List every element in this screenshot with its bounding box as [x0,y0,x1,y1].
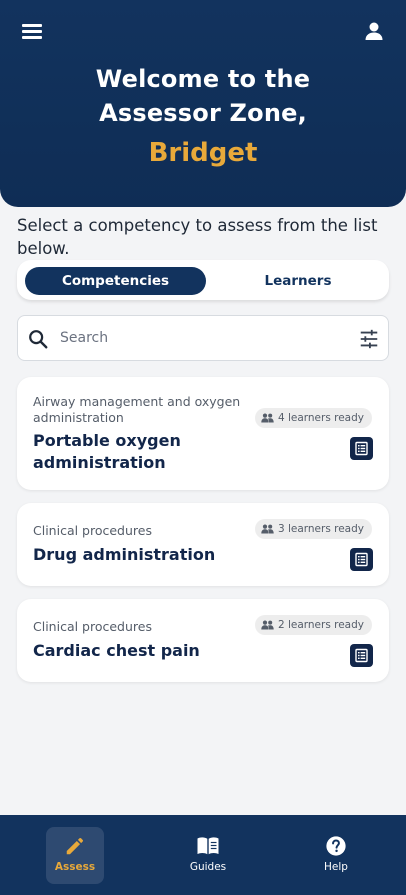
nav-assess[interactable]: Assess [46,827,104,884]
welcome-line-1: Welcome to the [95,65,311,93]
assessment-form-button[interactable] [350,548,373,571]
nav-help[interactable]: Help [307,827,365,884]
nav-guides[interactable]: Guides [179,827,237,884]
search-bar [17,315,389,361]
search-input[interactable] [60,325,340,351]
search-icon [29,330,48,349]
learners-ready-badge: 4 learners ready [254,408,372,428]
user-name: Bridget [148,138,258,168]
learners-ready-text: 4 learners ready [277,412,364,424]
menu-icon-line [22,30,42,33]
book-icon [197,837,219,855]
card-category: Airway management and oxygen administrat… [33,394,241,425]
learners-ready-text: 2 learners ready [277,619,364,631]
card-title: Cardiac chest pain [33,641,200,660]
person-icon [365,22,383,40]
tab-switcher: Competencies Learners [17,260,389,300]
instruction-text: Select a competency to assess from the l… [17,216,378,258]
nav-label: Help [324,861,348,873]
document-list-icon [355,552,368,567]
assessment-form-button[interactable] [350,644,373,667]
nav-label: Guides [189,861,227,873]
competency-card[interactable]: Airway management and oxygen administrat… [17,377,389,490]
people-icon [261,524,274,534]
menu-icon-line [22,24,42,27]
menu-button[interactable] [20,20,44,42]
competency-card[interactable]: Clinical procedures 3 learners ready Dru… [17,503,389,586]
tab-learners[interactable]: Learners [213,267,383,295]
nav-label: Assess [54,861,96,873]
learners-ready-text: 3 learners ready [277,523,364,535]
pencil-icon [66,837,84,855]
assessment-form-button[interactable] [350,437,373,460]
competency-card[interactable]: Clinical procedures 2 learners ready Car… [17,599,389,682]
welcome-line-2: Assessor Zone, [99,99,307,127]
learners-ready-badge: 3 learners ready [254,519,372,539]
card-title: Portable oxygen administration [33,431,181,472]
card-title: Drug administration [33,545,216,564]
document-list-icon [355,648,368,663]
people-icon [261,620,274,630]
learners-ready-badge: 2 learners ready [254,615,372,635]
document-list-icon [355,441,368,456]
help-icon [326,836,346,856]
people-icon [261,413,274,423]
menu-icon-line [22,36,42,39]
card-category: Clinical procedures [33,619,152,634]
header: Welcome to the Assessor Zone, Bridget [0,0,406,207]
welcome-heading: Welcome to the Assessor Zone, [0,62,406,130]
profile-button[interactable] [362,19,386,43]
filter-icon[interactable] [358,328,380,350]
card-category: Clinical procedures [33,523,152,538]
bottom-nav: Assess Guides Help [0,815,406,895]
tab-competencies[interactable]: Competencies [25,267,206,295]
